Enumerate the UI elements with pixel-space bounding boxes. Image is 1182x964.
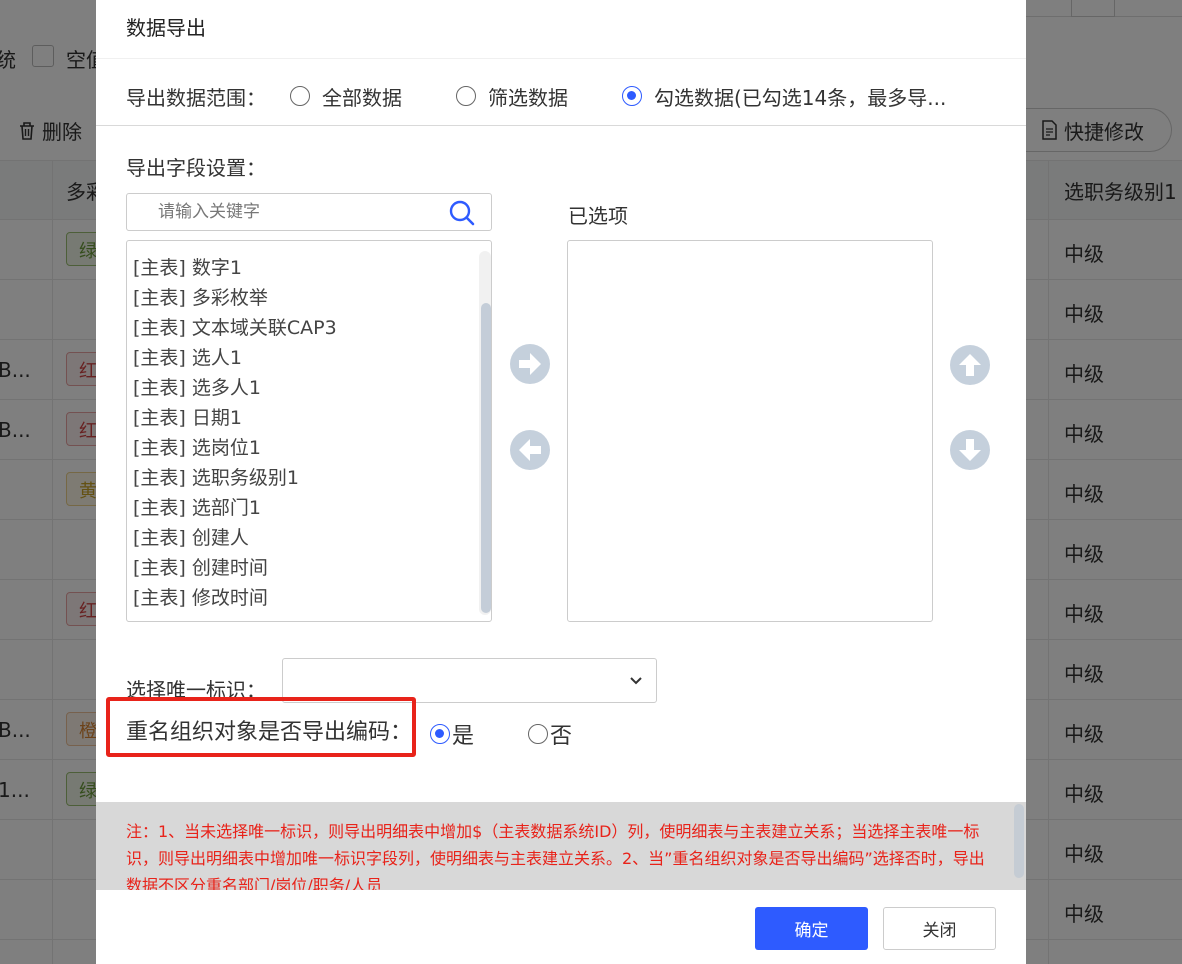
arrow-up-circle-icon[interactable] [949,344,991,386]
radio-duplicate-yes[interactable] [430,724,450,744]
field-list-item[interactable]: [主表] 多彩枚举 [133,283,337,313]
arrow-left-circle-icon[interactable] [509,429,551,471]
field-list-item[interactable]: [主表] 选部门1 [133,493,337,523]
duplicate-no-label: 否 [550,724,573,749]
field-list-item[interactable]: [主表] 选多人1 [133,373,337,403]
note-scrollbar[interactable] [1014,804,1024,878]
range-option-label: 筛选数据 [488,85,568,110]
range-option-filtered[interactable]: 筛选数据 [456,82,568,111]
selected-fields-list [567,240,933,622]
duplicate-yes-label: 是 [452,724,475,749]
fields-scrollbar-thumb[interactable] [481,303,491,613]
duplicate-option-no[interactable]: 否 [528,718,572,750]
export-range-row: 导出数据范围： 全部数据 筛选数据 勾选数据(已勾选14条，最多导... [126,82,1000,110]
range-option-checked[interactable]: 勾选数据(已勾选14条，最多导... [622,82,946,111]
dialog-title: 数据导出 [126,16,206,40]
duplicate-org-label: 重名组织对象是否导出编码： [126,720,413,745]
field-list-item[interactable]: [主表] 数字1 [133,253,337,283]
search-icon[interactable] [447,198,477,228]
radio-all-data[interactable] [290,86,310,106]
arrow-down-circle-icon[interactable] [949,429,991,471]
available-fields: [主表] 数字1 [主表] 多彩枚举 [主表] 文本域关联CAP3 [主表] 选人1[… [133,253,337,613]
note-text: 注：1、当未选择唯一标识，则导出明细表中增加$（主表数据系统ID）列，使明细表与… [126,822,985,890]
arrow-right-circle-icon[interactable] [509,343,551,385]
field-list-item[interactable]: [主表] 修改时间 [133,583,337,613]
radio-filtered-data[interactable] [456,86,476,106]
range-option-label: 全部数据 [322,85,402,110]
radio-checked-data[interactable] [622,86,642,106]
field-search-input[interactable] [128,195,438,229]
field-list-item[interactable]: [主表] 创建时间 [133,553,337,583]
radio-duplicate-no[interactable] [528,724,548,744]
field-list-item[interactable]: [主表] 创建人 [133,523,337,553]
field-list-item[interactable]: [主表] 日期1 [133,403,337,433]
selected-items-label: 已选项 [568,204,628,228]
range-option-label: 勾选数据(已勾选14条，最多导... [654,85,947,110]
confirm-button[interactable]: 确定 [755,907,868,950]
divider [96,58,1026,59]
export-fields-label: 导出字段设置： [126,156,266,180]
available-fields-list: [主表] 数字1 [主表] 多彩枚举 [主表] 文本域关联CAP3 [主表] 选人1[… [126,240,492,622]
field-list-item[interactable]: [主表] 选人1 [133,343,337,373]
field-list-item[interactable]: [主表] 选职务级别1 [133,463,337,493]
export-range-label: 导出数据范围： [126,85,266,110]
field-search-box [126,193,492,231]
export-dialog: 数据导出 导出数据范围： 全部数据 筛选数据 勾选数据(已勾选14条，最多导..… [96,0,1026,964]
chevron-down-icon [630,677,642,685]
field-list-item[interactable]: [主表] 选岗位1 [133,433,337,463]
close-button[interactable]: 关闭 [883,907,996,950]
field-list-item[interactable]: [主表] 文本域关联CAP3 [133,313,337,343]
note-panel: 注：1、当未选择唯一标识，则导出明细表中增加$（主表数据系统ID）列，使明细表与… [96,802,1026,890]
duplicate-option-yes[interactable]: 是 [430,718,474,750]
divider [96,125,1026,126]
range-option-all[interactable]: 全部数据 [290,82,402,111]
